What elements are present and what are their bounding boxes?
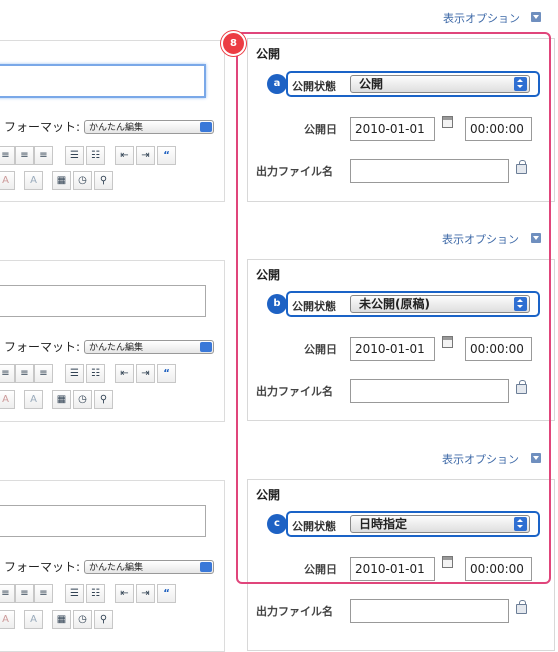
- insert-date-button[interactable]: ▦: [52, 390, 71, 409]
- outdent-button[interactable]: ⇤: [115, 584, 134, 603]
- title-input-3[interactable]: [0, 505, 206, 537]
- bullet-list-button[interactable]: ☰: [65, 146, 84, 165]
- indent-button[interactable]: ⇥: [136, 364, 155, 383]
- insert-date-button[interactable]: ▦: [52, 610, 71, 629]
- bg-color-button[interactable]: A: [24, 610, 43, 629]
- text-color-button[interactable]: A: [0, 610, 15, 629]
- insert-date-button[interactable]: ▦: [52, 171, 71, 190]
- numbered-list-button[interactable]: ☷: [86, 584, 105, 603]
- bullet-list-button[interactable]: ☰: [65, 364, 84, 383]
- lock-icon[interactable]: [516, 600, 527, 614]
- quote-button[interactable]: “: [157, 146, 176, 165]
- numbered-list-button[interactable]: ☷: [86, 146, 105, 165]
- align-right-button[interactable]: ≡: [34, 146, 53, 165]
- text-color-button[interactable]: A: [0, 390, 15, 409]
- outdent-button[interactable]: ⇤: [115, 364, 134, 383]
- align-justify-button[interactable]: ≡: [15, 364, 34, 383]
- chevron-down-icon[interactable]: [531, 12, 541, 22]
- text-color-button[interactable]: A: [0, 171, 15, 190]
- align-justify-button[interactable]: ≡: [15, 584, 34, 603]
- bullet-list-button[interactable]: ☰: [65, 584, 84, 603]
- title-input-2[interactable]: [0, 285, 206, 317]
- insert-time-button[interactable]: ◷: [73, 390, 92, 409]
- highlight-frame: [236, 32, 551, 584]
- outdent-button[interactable]: ⇤: [115, 146, 134, 165]
- indent-button[interactable]: ⇥: [136, 146, 155, 165]
- preview-button[interactable]: ⚲: [94, 610, 113, 629]
- format-select-3[interactable]: かんたん編集: [84, 560, 214, 574]
- preview-button[interactable]: ⚲: [94, 171, 113, 190]
- format-select-2[interactable]: かんたん編集: [84, 340, 214, 354]
- insert-time-button[interactable]: ◷: [73, 171, 92, 190]
- align-right-button[interactable]: ≡: [34, 364, 53, 383]
- format-label-1: フォーマット:: [4, 120, 81, 134]
- bg-color-button[interactable]: A: [24, 390, 43, 409]
- align-right-button[interactable]: ≡: [34, 584, 53, 603]
- align-center-button[interactable]: ≡: [0, 584, 15, 603]
- align-center-button[interactable]: ≡: [0, 146, 15, 165]
- format-label-2: フォーマット:: [4, 340, 81, 354]
- format-label-3: フォーマット:: [4, 560, 81, 574]
- align-justify-button[interactable]: ≡: [15, 146, 34, 165]
- quote-button[interactable]: “: [157, 584, 176, 603]
- display-options-link-1[interactable]: 表示オプション: [443, 10, 520, 26]
- title-input-1[interactable]: [0, 64, 206, 98]
- insert-time-button[interactable]: ◷: [73, 610, 92, 629]
- step-badge: 8: [221, 31, 246, 56]
- align-center-button[interactable]: ≡: [0, 364, 15, 383]
- output-filename-label: 出力ファイル名: [256, 605, 333, 618]
- numbered-list-button[interactable]: ☷: [86, 364, 105, 383]
- bg-color-button[interactable]: A: [24, 171, 43, 190]
- preview-button[interactable]: ⚲: [94, 390, 113, 409]
- format-select-1[interactable]: かんたん編集: [84, 120, 214, 134]
- quote-button[interactable]: “: [157, 364, 176, 383]
- output-filename-input[interactable]: [350, 599, 509, 623]
- indent-button[interactable]: ⇥: [136, 584, 155, 603]
